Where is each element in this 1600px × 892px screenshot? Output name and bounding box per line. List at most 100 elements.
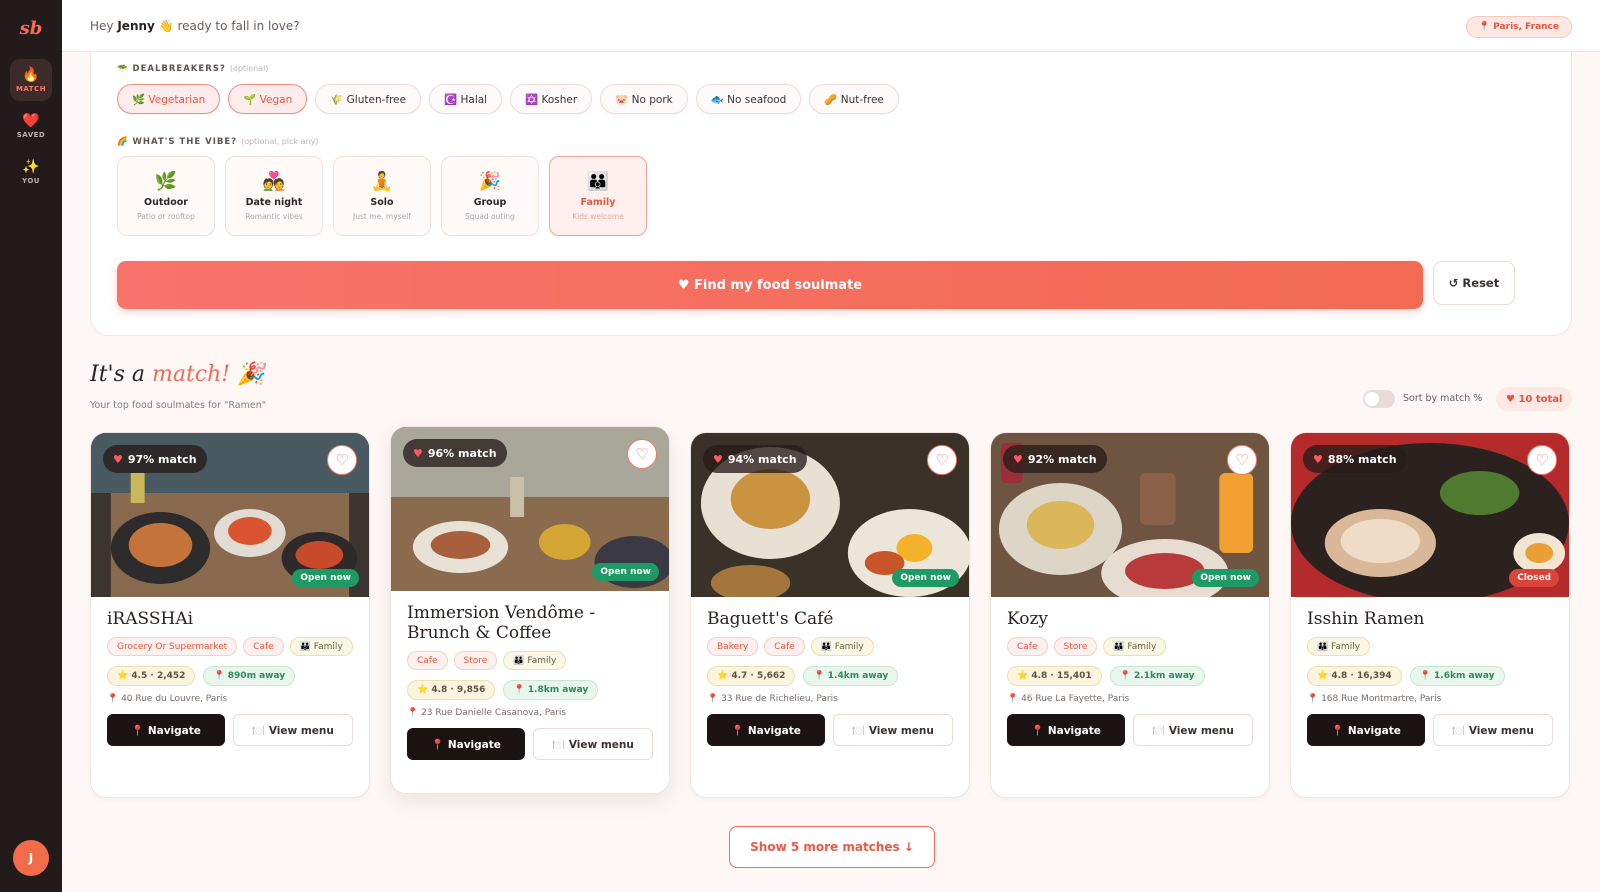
distance-badge: 📍 1.8km away: [503, 680, 599, 700]
vibe-outdoor[interactable]: 🌿 Outdoor Patio or rooftop: [117, 156, 215, 236]
chip-vegan[interactable]: 🌱 Vegan: [228, 84, 308, 114]
chip-kosher[interactable]: ✡️ Kosher: [510, 84, 593, 114]
restaurant-card[interactable]: ♥ 97% match ♡ Open now iRASSHAi Grocery O…: [90, 432, 370, 798]
avatar[interactable]: J: [13, 840, 49, 876]
card-actions: 📍 Navigate 🍽️ View menu: [407, 728, 653, 760]
restaurant-card[interactable]: ♥ 94% match ♡ Open now Baguett's Café Bak…: [690, 432, 970, 798]
restaurant-name: Baguett's Café: [707, 609, 834, 629]
sidebar-item-you[interactable]: ✨ YOU: [10, 151, 52, 193]
chip-no-seafood[interactable]: 🐟 No seafood: [695, 84, 802, 114]
dealbreaker-chips: 🌿 Vegetarian 🌱 Vegan 🌾 Gluten-free ☪️ Ha…: [117, 84, 899, 114]
navigate-button[interactable]: 📍 Navigate: [1307, 714, 1425, 746]
category-tag: Grocery Or Supermarket: [107, 637, 238, 656]
match-badge: ♥ 88% match: [1303, 445, 1407, 473]
match-text: 92% match: [1027, 452, 1097, 466]
user-name: Jenny: [117, 18, 155, 33]
rating-badge: ⭐ 4.8 · 16,394: [1307, 666, 1402, 686]
results-title: It's a match! 🎉: [90, 362, 265, 387]
find-soulmate-button[interactable]: ♥ Find my food soulmate: [117, 261, 1423, 309]
stats-row: ⭐ 4.8 · 15,401 📍 2.1km away: [1007, 666, 1253, 686]
favorite-heart-icon[interactable]: ♡: [927, 445, 957, 475]
restaurant-card[interactable]: ♥ 96% match ♡ Open now Immersion Vendôme …: [390, 426, 670, 794]
chip-gluten-free[interactable]: 🌾 Gluten-free: [315, 84, 422, 114]
navigate-button[interactable]: 📍 Navigate: [107, 714, 225, 746]
vibe-sub: Romantic vibes: [245, 212, 303, 221]
vibe-family[interactable]: 👪 Family Kids welcome: [549, 156, 647, 236]
view-menu-button[interactable]: 🍽️ View menu: [233, 714, 353, 746]
family-tag: 👪 Family: [1103, 637, 1167, 656]
distance-badge: 📍 1.4km away: [803, 666, 899, 686]
app-logo[interactable]: sb: [20, 18, 43, 39]
heart-icon: ❤️: [22, 113, 40, 129]
greeting-suffix: 👋 ready to fall in love?: [158, 18, 300, 33]
vibe-title: 🌈 WHAT'S THE VIBE? (optional, pick any): [117, 137, 318, 147]
chip-halal[interactable]: ☪️ Halal: [429, 84, 503, 114]
view-menu-button[interactable]: 🍽️ View menu: [533, 728, 653, 760]
vibe-date-night[interactable]: 💑 Date night Romantic vibes: [225, 156, 323, 236]
navigate-button[interactable]: 📍 Navigate: [1007, 714, 1125, 746]
tag-list: Cafe Store 👪 Family: [407, 651, 653, 670]
show-more-button[interactable]: Show 5 more matches ↓: [729, 826, 935, 868]
vibe-solo[interactable]: 🧘 Solo Just me, myself: [333, 156, 431, 236]
heart-icon: ♥: [413, 446, 423, 460]
party-icon: 🎉: [237, 362, 265, 387]
favorite-heart-icon[interactable]: ♡: [1227, 445, 1257, 475]
card-actions: 📍 Navigate 🍽️ View menu: [1007, 714, 1253, 746]
category-tag: Cafe: [243, 637, 284, 656]
vibe-group[interactable]: 🎉 Group Squad outing: [441, 156, 539, 236]
favorite-heart-icon[interactable]: ♡: [327, 445, 357, 475]
sort-toggle[interactable]: [1363, 390, 1395, 408]
top-header: Hey Jenny 👋 ready to fall in love? 📍 Par…: [62, 0, 1600, 52]
favorite-heart-icon[interactable]: ♡: [627, 439, 657, 469]
navigate-button[interactable]: 📍 Navigate: [707, 714, 825, 746]
family-icon: 👪: [586, 171, 610, 192]
rating-badge: ⭐ 4.5 · 2,452: [107, 666, 196, 686]
title-accent: match!: [151, 362, 231, 387]
card-body: Isshin Ramen 👪 Family ⭐ 4.8 · 16,394 📍 1…: [1307, 609, 1553, 746]
title-prefix: It's a: [90, 362, 145, 387]
view-menu-button[interactable]: 🍽️ View menu: [833, 714, 953, 746]
match-badge: ♥ 94% match: [703, 445, 807, 473]
navigate-button[interactable]: 📍 Navigate: [407, 728, 525, 760]
restaurant-card[interactable]: ♥ 88% match ♡ Closed Isshin Ramen 👪 Famil…: [1290, 432, 1570, 798]
card-body: iRASSHAi Grocery Or Supermarket Cafe 👪 F…: [107, 609, 353, 746]
rating-badge: ⭐ 4.7 · 5,662: [707, 666, 796, 686]
view-menu-button[interactable]: 🍽️ View menu: [1433, 714, 1553, 746]
match-badge: ♥ 96% match: [403, 439, 507, 467]
reset-button[interactable]: ↺ Reset: [1433, 261, 1515, 305]
status-badge: Open now: [292, 569, 359, 587]
vibe-sub: Kids welcome: [572, 212, 624, 221]
view-menu-button[interactable]: 🍽️ View menu: [1133, 714, 1253, 746]
vibe-sub: Squad outing: [465, 212, 515, 221]
vibe-sub: Patio or rooftop: [137, 212, 195, 221]
sidebar-item-label: YOU: [22, 177, 40, 185]
restaurant-card[interactable]: ♥ 92% match ♡ Open now Kozy Cafe Store 👪 …: [990, 432, 1270, 798]
address: 📍 33 Rue de Richelieu, Paris: [707, 694, 838, 704]
total-badge: ♥ 10 total: [1496, 387, 1573, 411]
chip-nut-free[interactable]: 🥜 Nut-free: [809, 84, 899, 114]
sparkles-icon: ✨: [22, 159, 40, 175]
category-tag: Cafe: [764, 637, 805, 656]
sort-label: Sort by match %: [1403, 393, 1483, 404]
greeting-prefix: Hey: [90, 18, 114, 33]
match-badge: ♥ 92% match: [1003, 445, 1107, 473]
vibe-sub: Just me, myself: [353, 212, 411, 221]
category-tag: Cafe: [407, 651, 448, 670]
category-tag: Store: [453, 651, 498, 670]
chip-no-pork[interactable]: 🐷 No pork: [600, 84, 688, 114]
category-tag: Bakery: [707, 637, 759, 656]
sidebar-item-saved[interactable]: ❤️ SAVED: [10, 105, 52, 147]
chip-vegetarian[interactable]: 🌿 Vegetarian: [117, 84, 221, 114]
favorite-heart-icon[interactable]: ♡: [1527, 445, 1557, 475]
card-actions: 📍 Navigate 🍽️ View menu: [707, 714, 953, 746]
tag-list: 👪 Family: [1307, 637, 1553, 656]
greeting: Hey Jenny 👋 ready to fall in love?: [90, 19, 300, 33]
restaurant-name: Immersion Vendôme - Brunch & Coffee: [407, 603, 596, 643]
location-pill[interactable]: 📍 Paris, France: [1465, 16, 1572, 38]
status-badge: Closed: [1509, 569, 1559, 587]
sidebar-item-match[interactable]: 🔥 MATCH: [10, 59, 52, 101]
distance-badge: 📍 1.6km away: [1409, 666, 1505, 686]
fire-icon: 🔥: [22, 67, 40, 83]
rating-badge: ⭐ 4.8 · 9,856: [407, 680, 496, 700]
match-text: 97% match: [127, 452, 197, 466]
